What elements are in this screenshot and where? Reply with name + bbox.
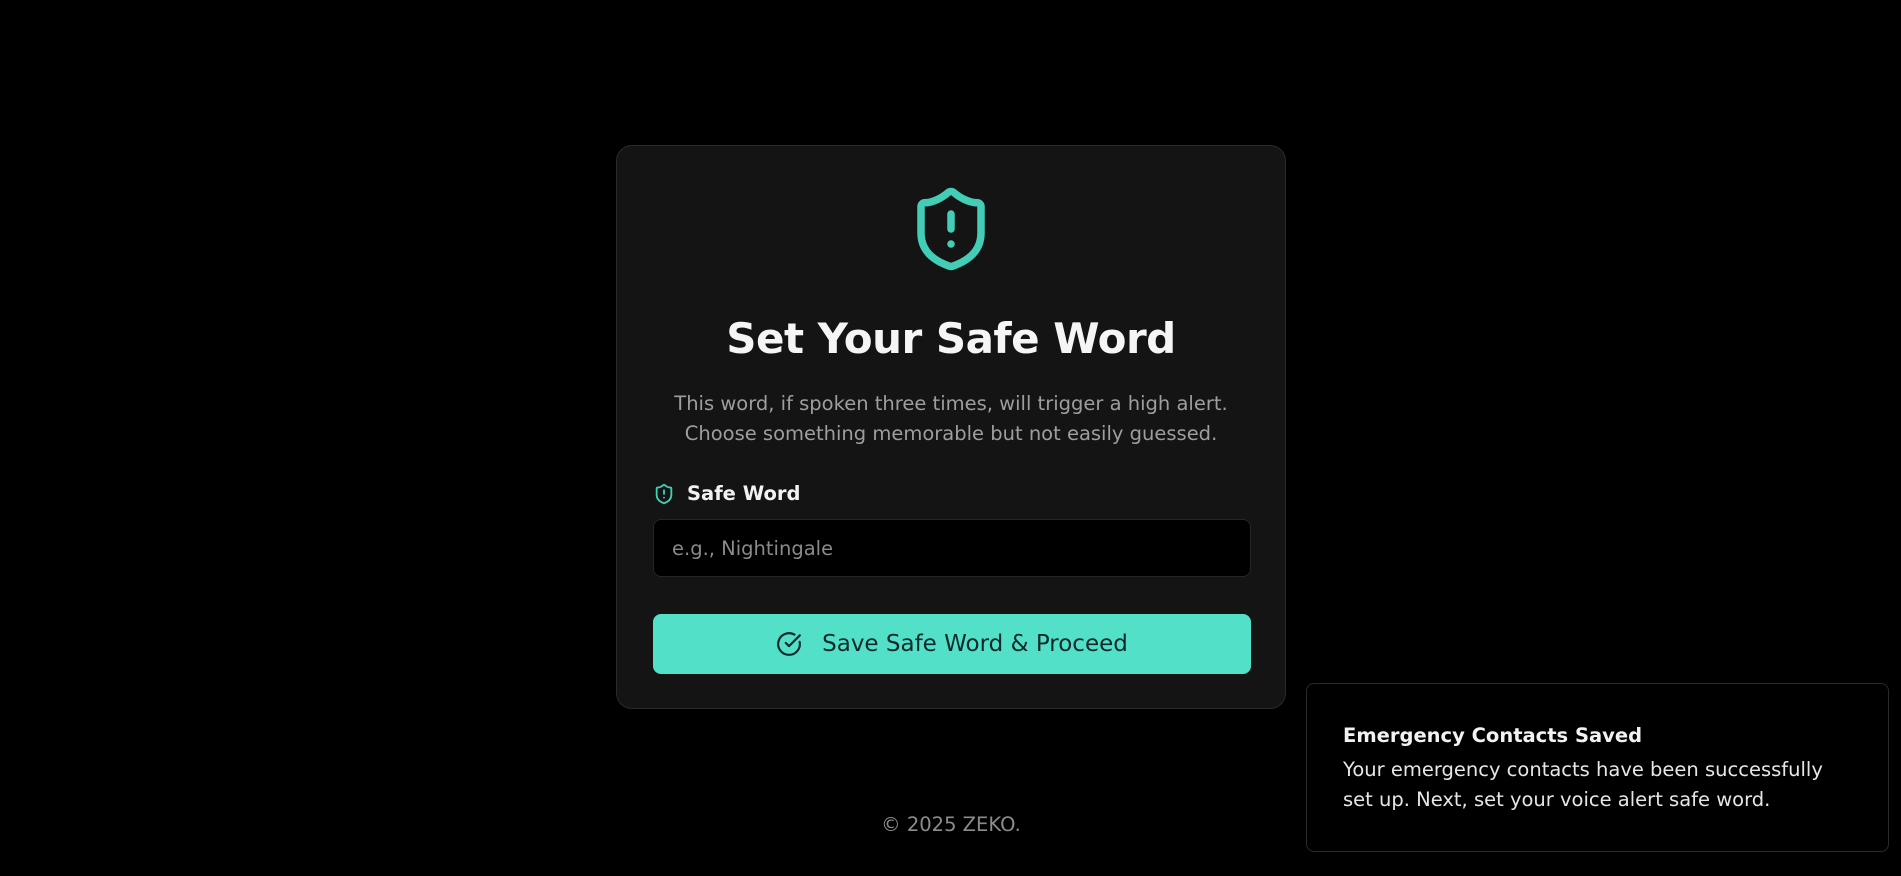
- toast-notification[interactable]: Emergency Contacts Saved Your emergency …: [1306, 683, 1889, 852]
- safe-word-label: Safe Word: [653, 482, 801, 505]
- save-safe-word-button-label: Save Safe Word & Proceed: [822, 631, 1128, 657]
- check-circle-icon: [777, 632, 802, 656]
- save-safe-word-button[interactable]: Save Safe Word & Proceed: [653, 614, 1251, 674]
- shield-alert-icon: [655, 483, 673, 504]
- safe-word-card: Set Your Safe Word This word, if spoken …: [616, 145, 1286, 709]
- toast-title: Emergency Contacts Saved: [1343, 724, 1643, 747]
- page-subtitle: This word, if spoken three times, will t…: [674, 392, 1228, 445]
- safe-word-input[interactable]: [653, 519, 1251, 577]
- page-title: Set Your Safe Word: [726, 314, 1176, 363]
- toast-body: Your emergency contacts have been succes…: [1343, 758, 1823, 811]
- shield-alert-icon: [917, 187, 985, 271]
- safe-word-label-text: Safe Word: [687, 482, 801, 505]
- page: Set Your Safe Word This word, if spoken …: [0, 0, 1901, 876]
